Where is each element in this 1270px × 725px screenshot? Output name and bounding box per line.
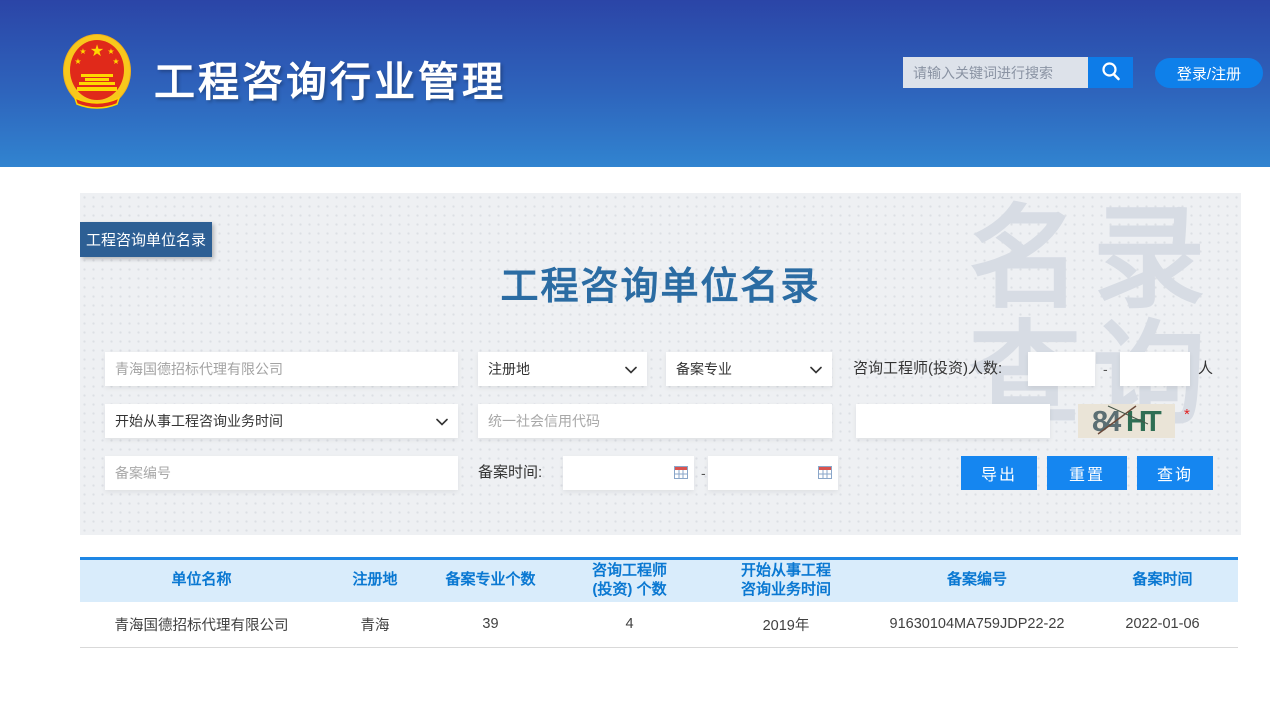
form-row-3: 备案时间: - 导出 重置 查询 [80, 456, 1241, 490]
svg-text:★: ★ [74, 57, 81, 66]
col-header-start-time: 开始从事工程 咨询业务时间 [705, 559, 867, 602]
login-register-button[interactable]: 登录/注册 [1155, 58, 1263, 88]
query-button[interactable]: 查询 [1137, 456, 1213, 490]
svg-text:84: 84 [1092, 406, 1121, 438]
col-header-record-time: 备案时间 [1087, 559, 1238, 602]
svg-text:★: ★ [107, 47, 114, 56]
required-mark: * [1184, 406, 1190, 423]
record-time-label: 备案时间: [478, 456, 542, 490]
record-specialty-selected: 备案专业 [676, 359, 732, 379]
record-specialty-select[interactable]: 备案专业 [666, 352, 832, 386]
cell-record-number: 91630104MA759JDP22-22 [867, 602, 1087, 648]
cell-start-time: 2019年 [705, 602, 867, 648]
captcha-image[interactable]: 84 HT [1078, 404, 1175, 438]
cell-record-time: 2022-01-06 [1087, 602, 1238, 648]
reset-button[interactable]: 重置 [1047, 456, 1127, 490]
record-time-end-input[interactable] [708, 456, 838, 490]
col-header-record-number: 备案编号 [867, 559, 1087, 602]
col-header-engineer-count: 咨询工程师 (投资) 个数 [554, 559, 705, 602]
header-search-input[interactable] [903, 57, 1088, 88]
engineer-count-min-input[interactable] [1028, 352, 1095, 386]
header-banner: ★ ★ ★ ★ ★ 工程咨询行业管理 登录/注册 [0, 0, 1270, 167]
engineer-count-label: 咨询工程师(投资)人数: [853, 352, 1002, 386]
header-search-box [903, 57, 1133, 88]
svg-text:★: ★ [90, 43, 104, 60]
col-header-specialty-count: 备案专业个数 [427, 559, 554, 602]
captcha-input[interactable] [856, 404, 1050, 438]
site-title: 工程咨询行业管理 [154, 48, 506, 108]
page-title: 工程咨询单位名录 [80, 255, 1241, 310]
record-time-start-input[interactable] [563, 456, 694, 490]
company-name-input[interactable] [105, 352, 458, 386]
start-business-time-selected: 开始从事工程咨询业务时间 [115, 411, 283, 431]
form-row-2: 开始从事工程咨询业务时间 84 HT * [80, 404, 1241, 438]
registration-place-selected: 注册地 [488, 359, 530, 379]
credit-code-input[interactable] [478, 404, 832, 438]
table-row[interactable]: 青海国德招标代理有限公司 青海 39 4 2019年 91630104MA759… [80, 602, 1238, 648]
person-unit-label: 人 [1198, 352, 1213, 386]
export-button[interactable]: 导出 [961, 456, 1037, 490]
search-button[interactable] [1088, 57, 1133, 88]
results-table: 单位名称 注册地 备案专业个数 咨询工程师 (投资) 个数 开始从事工程 咨询业… [80, 557, 1238, 648]
chevron-down-icon [436, 413, 448, 429]
col-header-unit-name: 单位名称 [80, 559, 323, 602]
chevron-down-icon [810, 361, 822, 377]
cell-specialty-count: 39 [427, 602, 554, 648]
engineer-count-max-input[interactable] [1120, 352, 1190, 386]
svg-text:★: ★ [112, 57, 119, 66]
cell-engineer-count: 4 [554, 602, 705, 648]
table-header-row: 单位名称 注册地 备案专业个数 咨询工程师 (投资) 个数 开始从事工程 咨询业… [80, 559, 1238, 602]
chevron-down-icon [625, 361, 637, 377]
form-row-1: 注册地 备案专业 咨询工程师(投资)人数: - 人 [80, 352, 1241, 386]
range-separator: - [1103, 352, 1108, 386]
col-header-registration-place: 注册地 [323, 559, 427, 602]
cell-registration-place: 青海 [323, 602, 427, 648]
national-emblem-logo: ★ ★ ★ ★ ★ [61, 32, 133, 112]
search-icon [1100, 60, 1122, 85]
watermark-text: 名录 查询 [969, 201, 1217, 434]
cell-unit-name: 青海国德招标代理有限公司 [80, 602, 323, 648]
record-number-input[interactable] [105, 456, 458, 490]
svg-text:★: ★ [79, 47, 86, 56]
date-range-separator: - [701, 456, 706, 490]
directory-panel: 名录 查询 工程咨询单位名录 工程咨询单位名录 注册地 备案专业 咨询工程师(投… [80, 193, 1241, 535]
tab-consulting-unit-directory[interactable]: 工程咨询单位名录 [80, 222, 212, 257]
registration-place-select[interactable]: 注册地 [478, 352, 647, 386]
start-business-time-select[interactable]: 开始从事工程咨询业务时间 [105, 404, 458, 438]
